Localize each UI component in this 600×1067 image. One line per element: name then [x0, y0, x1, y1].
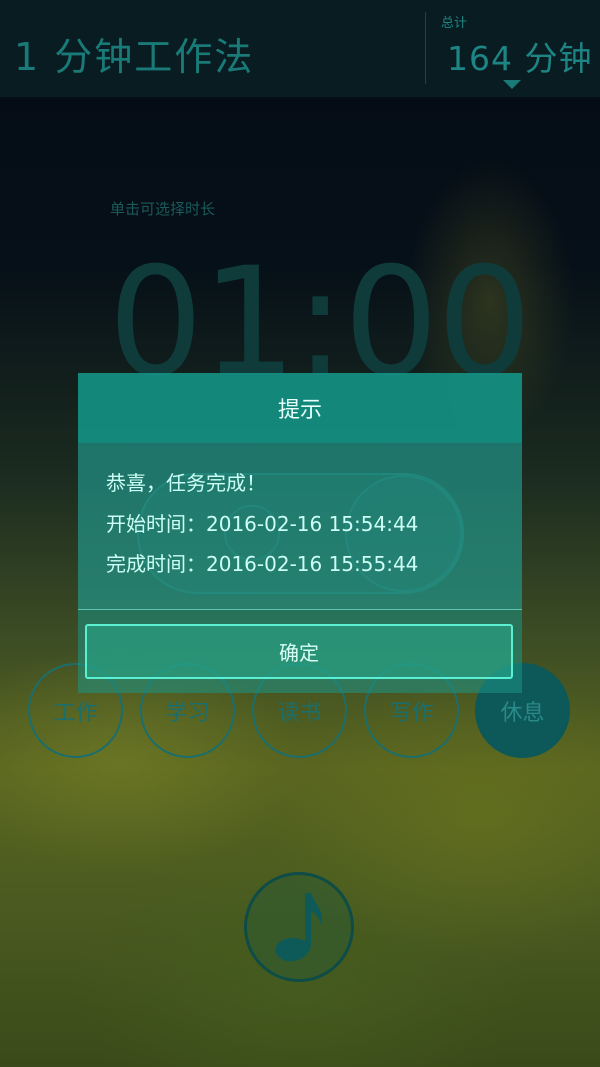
dialog-message: 恭喜，任务完成！: [106, 471, 266, 495]
completion-dialog: 提示 恭喜，任务完成！ 开始时间：2016-02-16 15:54:44 完成时…: [78, 373, 522, 693]
dialog-title: 提示: [277, 398, 322, 423]
chevron-down-icon[interactable]: [503, 80, 521, 89]
dialog-divider: [78, 609, 522, 610]
music-note-icon: [275, 893, 322, 962]
music-button[interactable]: [244, 872, 354, 982]
header-divider: [425, 12, 426, 84]
dialog-header: 提示: [78, 373, 522, 443]
duration-hint: 单击可选择时长: [110, 200, 216, 218]
total-label: 总计: [441, 16, 468, 31]
end-time-text: 完成时间：2016-02-16 15:55:44: [106, 552, 419, 576]
start-time-text: 开始时间：2016-02-16 15:54:44: [106, 512, 419, 536]
ok-button[interactable]: 确定: [85, 624, 513, 679]
top-bar: 1 分钟工作法 总计 164 分钟: [0, 0, 600, 98]
total-value[interactable]: 164 分钟: [447, 32, 592, 80]
dialog-body: 恭喜，任务完成！ 开始时间：2016-02-16 15:54:44 完成时间：2…: [78, 443, 522, 609]
app-title: 1 分钟工作法: [14, 35, 255, 79]
